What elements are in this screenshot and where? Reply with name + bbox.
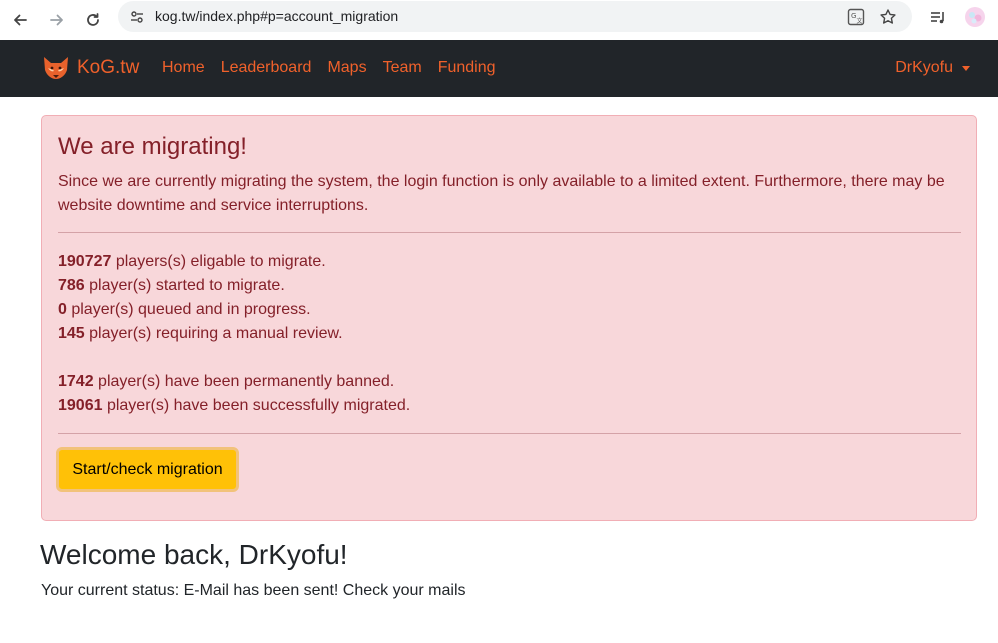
back-icon[interactable] [6, 6, 34, 34]
reload-icon[interactable] [79, 6, 107, 34]
account-status: Your current status: E-Mail has been sen… [41, 582, 466, 599]
brand-name[interactable]: KoG.tw [77, 57, 139, 79]
stat-label: player(s) requiring a manual review. [84, 325, 343, 342]
browser-toolbar: kog.tw/index.php#p=account_migration G文 [0, 0, 998, 40]
address-bar[interactable]: kog.tw/index.php#p=account_migration G文 [118, 1, 912, 32]
migration-alert: We are migrating! Since we are currently… [41, 115, 977, 521]
stat-label: players(s) eligable to migrate. [111, 253, 326, 270]
stat-value: 1742 [58, 373, 94, 390]
site-settings-icon[interactable] [126, 6, 148, 28]
stat-label: player(s) started to migrate. [84, 277, 285, 294]
divider [58, 232, 961, 233]
stat-row: 786 player(s) started to migrate. [58, 274, 410, 298]
forward-icon[interactable] [43, 6, 71, 34]
profile-avatar-icon[interactable] [963, 5, 987, 29]
stat-row: 190727 players(s) eligable to migrate. [58, 250, 410, 274]
nav-link-leaderboard[interactable]: Leaderboard [221, 59, 312, 77]
stat-label: player(s) queued and in progress. [66, 301, 311, 318]
welcome-heading: Welcome back, DrKyofu! [40, 539, 348, 570]
caret-down-icon [962, 65, 970, 71]
stat-value: 145 [58, 325, 85, 342]
site-navbar: KoG.tw Home Leaderboard Maps Team Fundin… [0, 40, 998, 97]
stat-label: player(s) have been successfully migrate… [102, 397, 411, 414]
nav-link-maps[interactable]: Maps [327, 59, 366, 77]
stat-label: player(s) have been permanently banned. [93, 373, 395, 390]
stat-value: 190727 [58, 253, 112, 270]
migration-stats: 190727 players(s) eligable to migrate. 7… [58, 250, 410, 418]
brand[interactable]: KoG.tw [42, 54, 139, 82]
stat-row: 0 player(s) queued and in progress. [58, 298, 410, 322]
stat-value: 786 [58, 277, 85, 294]
stat-value: 0 [58, 301, 67, 318]
username[interactable]: DrKyofu [895, 59, 953, 77]
bookmark-star-icon[interactable] [877, 6, 899, 28]
stat-row: 1742 player(s) have been permanently ban… [58, 370, 410, 394]
translate-icon[interactable]: G文 [845, 6, 867, 28]
fox-logo-icon [44, 57, 68, 79]
stat-value: 19061 [58, 397, 103, 414]
nav-links: Home Leaderboard Maps Team Funding [162, 59, 512, 77]
alert-description: Since we are currently migrating the sys… [58, 173, 945, 214]
nav-link-home[interactable]: Home [162, 59, 205, 77]
user-dropdown[interactable]: DrKyofu [895, 59, 970, 77]
media-controls-icon[interactable] [926, 5, 950, 29]
start-migration-button[interactable]: Start/check migration [56, 447, 239, 492]
stat-row: 145 player(s) requiring a manual review. [58, 322, 410, 346]
divider [58, 433, 961, 434]
url-text[interactable]: kog.tw/index.php#p=account_migration [155, 8, 398, 24]
nav-link-team[interactable]: Team [383, 59, 422, 77]
svg-text:文: 文 [857, 17, 863, 25]
stat-row: 19061 player(s) have been successfully m… [58, 394, 410, 418]
nav-link-funding[interactable]: Funding [438, 59, 496, 77]
alert-heading: We are migrating! [58, 133, 247, 160]
